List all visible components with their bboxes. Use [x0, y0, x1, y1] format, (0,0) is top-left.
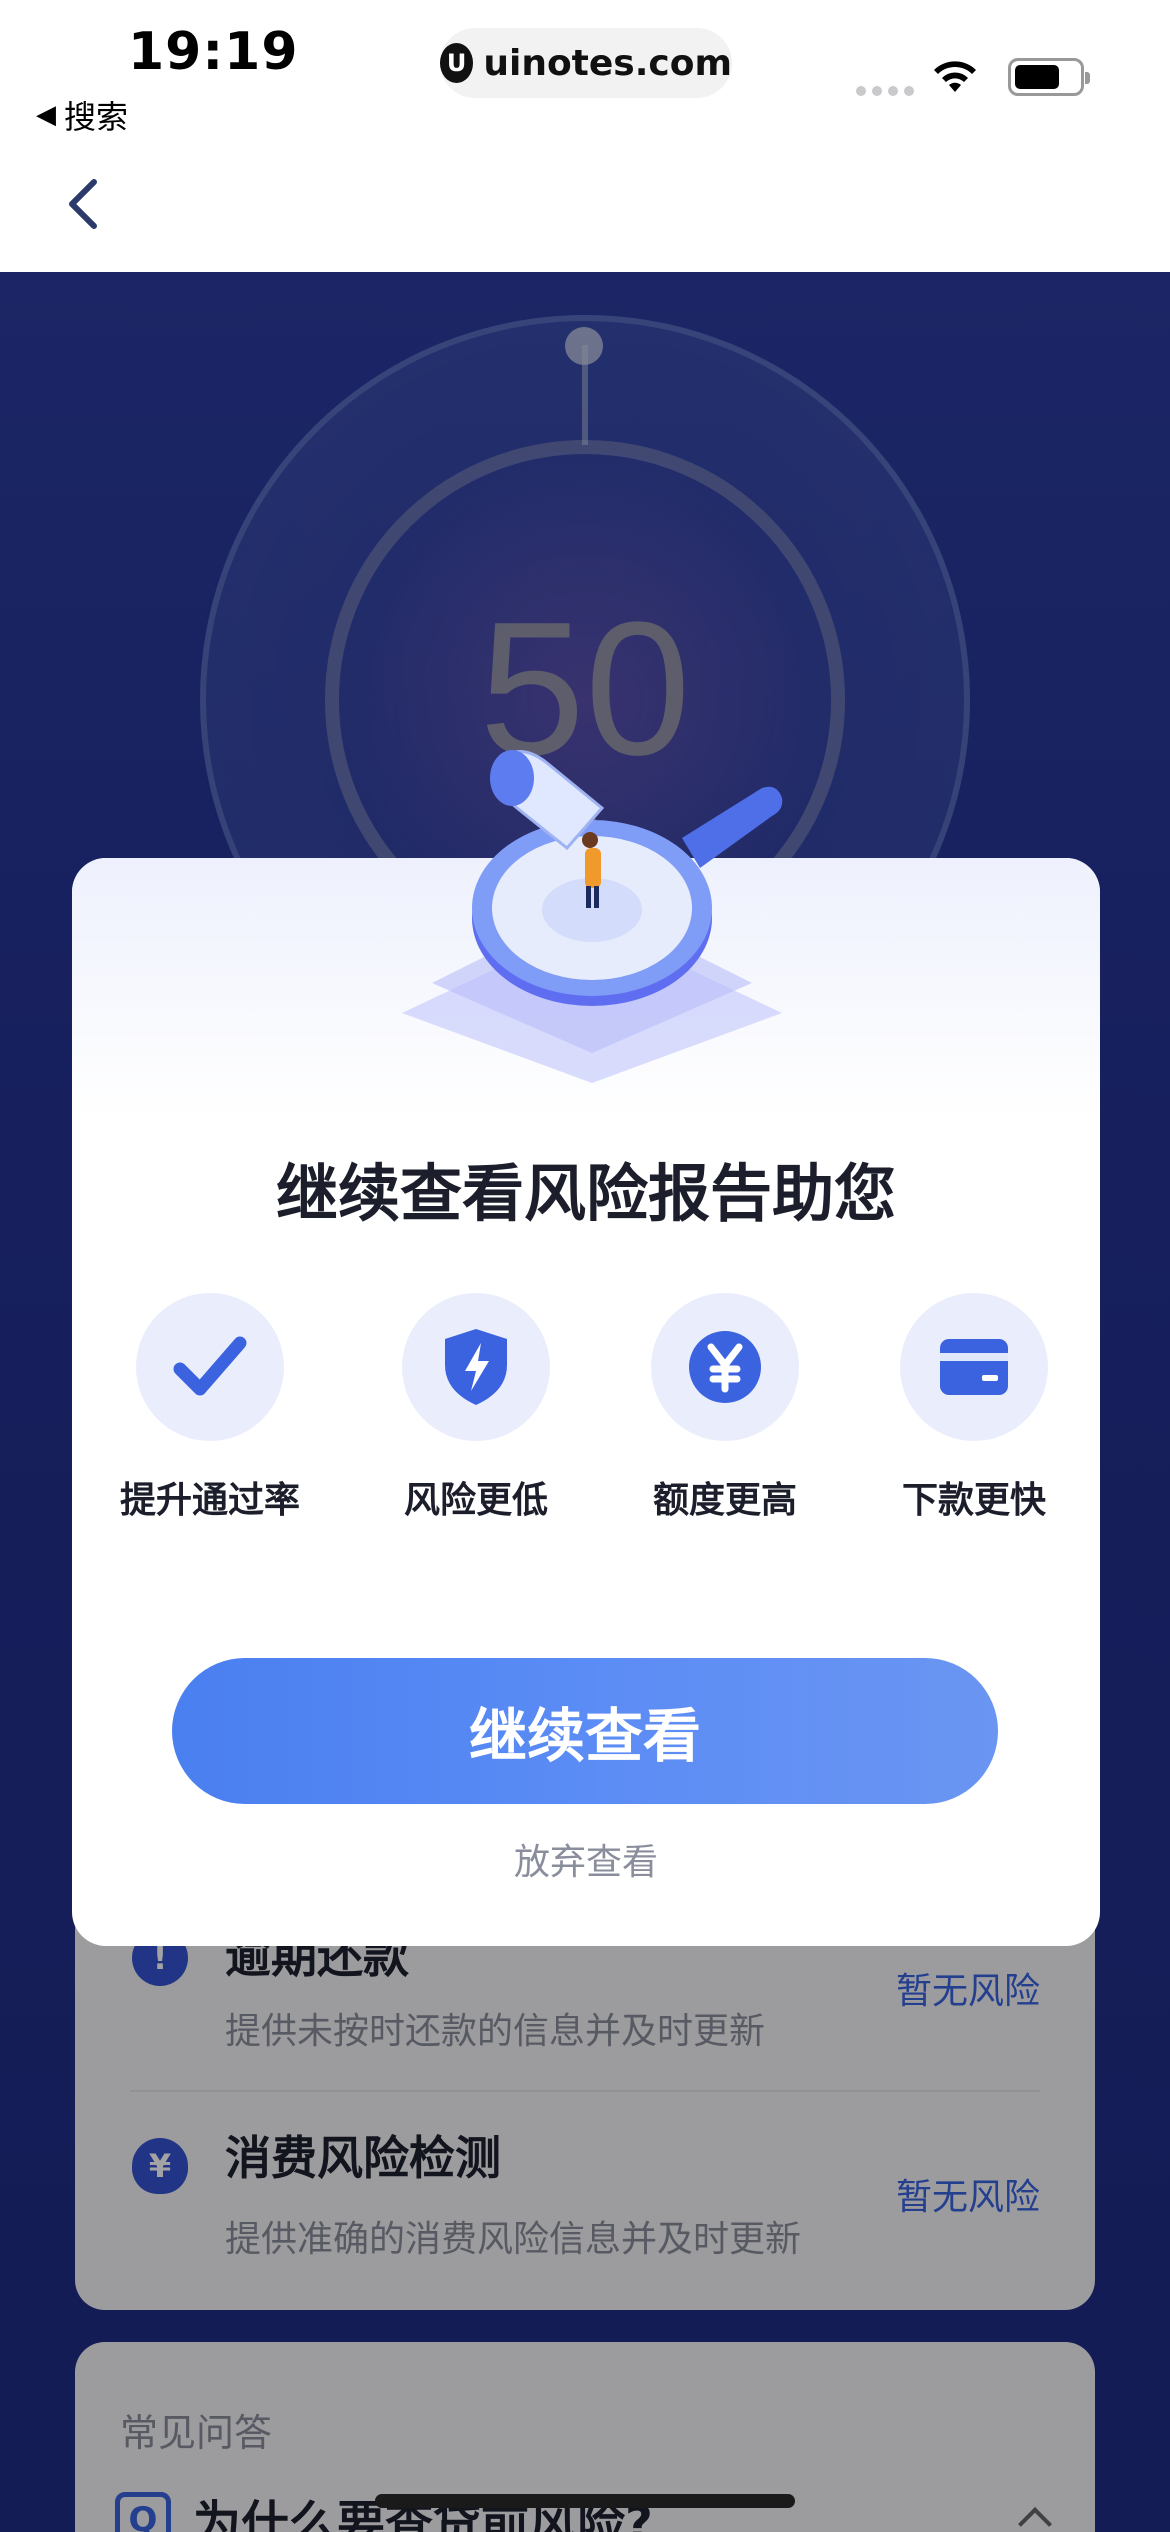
abandon-view-link[interactable]: 放弃查看 — [72, 1833, 1100, 1885]
home-indicator[interactable] — [375, 2494, 795, 2508]
battery-icon — [1008, 58, 1090, 96]
benefit-label: 提升通过率 — [119, 1480, 300, 1521]
site-logo-icon: U — [440, 43, 474, 83]
wifi-icon — [934, 61, 976, 92]
continue-view-button[interactable]: 继续查看 — [172, 1658, 998, 1804]
cellular-signal-icon — [856, 86, 914, 96]
benefit-item: 额度更高 — [625, 1293, 825, 1523]
benefit-label: 风险更低 — [403, 1480, 548, 1521]
back-chevron-icon[interactable] — [56, 172, 112, 236]
yen-coin-icon — [651, 1293, 799, 1441]
continue-report-modal: 继续查看风险报告助您 提升通过率 风险更低 额度更高 下款更快 继续查看 放弃查… — [72, 750, 1100, 1946]
magnifier-report-illustration — [402, 750, 783, 1083]
modal-title: 继续查看风险报告助您 — [275, 1157, 896, 1230]
benefit-item: 提升通过率 — [110, 1293, 310, 1523]
status-bar: 19:19 ◀ 搜索 U uinotes.com — [0, 0, 1170, 140]
card-icon — [900, 1293, 1048, 1441]
benefit-item: 下款更快 — [874, 1293, 1074, 1523]
nav-bar — [0, 140, 1170, 272]
back-to-app-button[interactable]: ◀ 搜索 — [36, 92, 128, 138]
shield-bolt-icon — [402, 1293, 550, 1441]
url-text: uinotes.com — [483, 42, 732, 84]
benefit-item: 风险更低 — [376, 1293, 576, 1523]
benefit-label: 额度更高 — [652, 1480, 797, 1521]
back-app-label: 搜索 — [64, 98, 129, 136]
back-triangle-icon: ◀ — [36, 100, 56, 130]
benefit-label: 下款更快 — [901, 1480, 1046, 1521]
url-bar[interactable]: U uinotes.com — [440, 28, 732, 98]
status-time: 19:19 — [128, 22, 299, 82]
check-icon — [136, 1293, 284, 1441]
benefits-row: 提升通过率 风险更低 额度更高 下款更快 — [72, 1293, 1100, 1523]
